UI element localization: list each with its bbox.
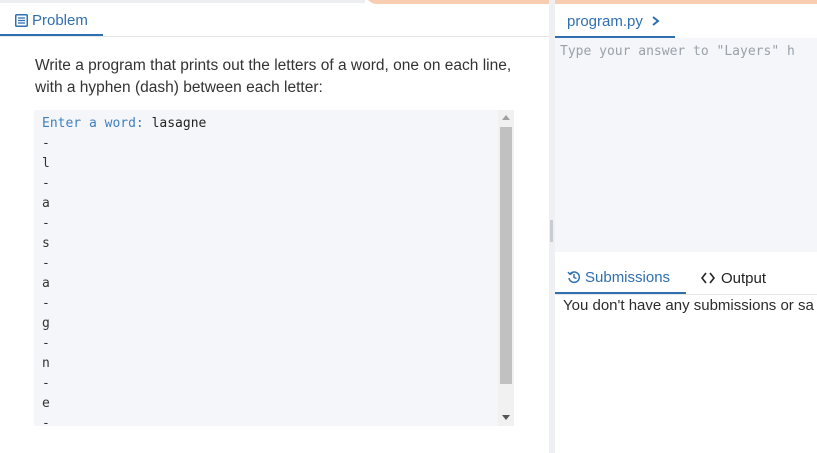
console-output-line: n [42, 356, 50, 371]
history-icon [567, 271, 581, 284]
tab-program-file[interactable]: program.py [555, 6, 675, 38]
console-output-line: l [42, 156, 50, 171]
tab-program-label: program.py [567, 12, 643, 30]
console-prompt: Enter a word: [42, 116, 152, 131]
tab-submissions-label: Submissions [585, 268, 671, 286]
console-output-line: - [42, 416, 50, 426]
console-output-line: - [42, 336, 50, 351]
code-icon [701, 272, 715, 284]
console-prompt-line: Enter a word: lasagne [42, 114, 206, 134]
tab-output[interactable]: Output [701, 262, 766, 294]
console-output-line: - [42, 256, 50, 271]
console-lines: Enter a word: lasagne - l - a - s - a - g - n - e - [42, 114, 206, 426]
code-editor[interactable]: Type your answer to "Layers" h [555, 38, 817, 252]
bottom-tabs: Submissions Output [555, 262, 817, 294]
tab-output-label: Output [721, 269, 767, 287]
divider-line [0, 36, 549, 37]
console-input-value: lasagne [151, 116, 207, 131]
scroll-thumb[interactable] [500, 127, 512, 384]
console-output-line: - [42, 136, 50, 151]
submissions-message: You don't have any submissions or sa [563, 297, 814, 314]
document-icon [15, 13, 28, 27]
tab-problem[interactable]: Problem [0, 6, 103, 36]
problem-description: Write a program that prints out the lett… [35, 57, 512, 96]
console-scrollbar[interactable] [498, 110, 514, 426]
console-output-line: g [42, 316, 50, 331]
bottom-divider [555, 294, 817, 295]
tab-problem-label: Problem [32, 11, 88, 29]
scroll-down-icon[interactable] [502, 415, 510, 420]
console-output-line: - [42, 376, 50, 391]
problem-panel: Problem Write a program that prints out … [0, 0, 549, 453]
console-output-line: - [42, 296, 50, 311]
console-output-line: - [42, 176, 50, 191]
divider-handle[interactable] [550, 220, 553, 242]
editor-panel: program.py Type your answer to "Layers" … [555, 0, 817, 453]
console-output-line: e [42, 396, 50, 411]
console-output-line: s [42, 236, 50, 251]
editor-placeholder: Type your answer to "Layers" h [560, 44, 795, 59]
console-output[interactable]: Enter a word: lasagne - l - a - s - a - g - n - e - [34, 110, 514, 426]
scroll-up-icon[interactable] [502, 115, 510, 120]
console-output-line: - [42, 216, 50, 231]
tab-submissions[interactable]: Submissions [555, 262, 686, 294]
console-output-line: a [42, 196, 50, 211]
console-output-line: a [42, 276, 50, 291]
chevron-right-icon [652, 16, 660, 26]
